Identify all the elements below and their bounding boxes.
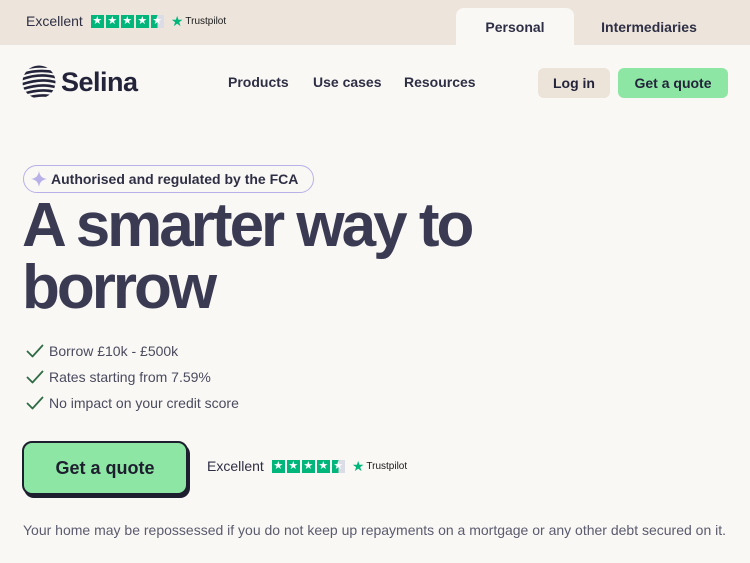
sparkle-icon (31, 171, 47, 187)
feature-item: Rates starting from 7.59% (26, 364, 239, 390)
feature-item: Borrow £10k - £500k (26, 338, 239, 364)
trustpilot-stars: ★ ★ ★ ★ ★ (90, 14, 164, 28)
hero-headline: A smarter way to borrow (22, 191, 474, 322)
trustpilot-logo: ★ Trustpilot (352, 458, 407, 475)
star-icon: ★ (301, 459, 315, 473)
trustpilot-rating-top[interactable]: Excellent ★ ★ ★ ★ ★ ★ Trustpilot (26, 11, 226, 31)
trustpilot-label: Excellent (207, 458, 264, 474)
trustpilot-rating-hero[interactable]: Excellent ★ ★ ★ ★ ★ ★ Trustpilot (207, 456, 407, 476)
trustpilot-label: Excellent (26, 13, 83, 29)
tab-personal[interactable]: Personal (456, 8, 574, 45)
feature-text: Borrow £10k - £500k (49, 343, 179, 359)
star-icon: ★ (90, 14, 104, 28)
star-icon: ★ (286, 459, 300, 473)
selina-logo-icon (22, 65, 56, 99)
tab-intermediaries[interactable]: Intermediaries (585, 8, 713, 45)
get-quote-header-button[interactable]: Get a quote (618, 68, 728, 98)
trustpilot-stars: ★ ★ ★ ★ ★ (271, 459, 345, 473)
get-quote-hero-button[interactable]: Get a quote (22, 441, 188, 495)
headline-line-1: A smarter way to (22, 191, 474, 260)
selina-logo[interactable]: Selina (22, 64, 138, 100)
trustpilot-brand: Trustpilot (185, 15, 227, 27)
nav-use-cases[interactable]: Use cases (313, 74, 382, 90)
check-icon (26, 344, 44, 358)
feature-text: Rates starting from 7.59% (49, 369, 211, 385)
feature-text: No impact on your credit score (49, 395, 239, 411)
star-icon: ★ (271, 459, 285, 473)
star-icon: ★ (316, 459, 330, 473)
feature-list: Borrow £10k - £500k Rates starting from … (26, 338, 239, 416)
repossession-disclaimer: Your home may be repossessed if you do n… (23, 522, 727, 538)
check-icon (26, 370, 44, 384)
star-icon: ★ (135, 14, 149, 28)
login-button[interactable]: Log in (538, 68, 610, 98)
star-icon: ★ (105, 14, 119, 28)
trustpilot-star-icon: ★ (170, 12, 184, 29)
star-icon: ★ (120, 14, 134, 28)
nav-products[interactable]: Products (228, 74, 289, 90)
brand-name: Selina (61, 66, 138, 97)
half-star-icon: ★ (150, 14, 164, 28)
fca-badge-text: Authorised and regulated by the FCA (51, 171, 299, 187)
headline-line-2: borrow (22, 253, 217, 322)
check-icon (26, 396, 44, 410)
fca-badge: Authorised and regulated by the FCA (23, 165, 314, 193)
half-star-icon: ★ (331, 459, 345, 473)
trustpilot-logo: ★ Trustpilot (171, 13, 226, 30)
feature-item: No impact on your credit score (26, 390, 239, 416)
nav-resources[interactable]: Resources (404, 74, 476, 90)
trustpilot-brand: Trustpilot (366, 460, 408, 472)
trustpilot-star-icon: ★ (351, 457, 365, 474)
